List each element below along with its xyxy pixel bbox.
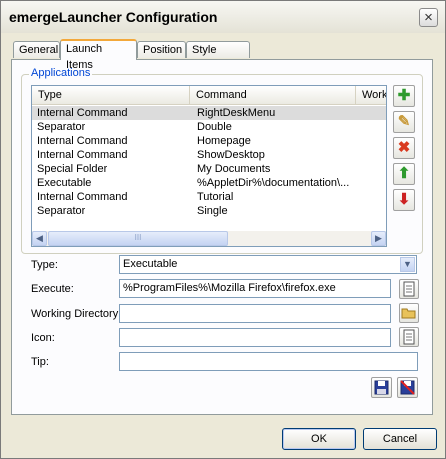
save-icon xyxy=(374,380,389,395)
delete-item-button[interactable]: ✖ xyxy=(393,137,415,159)
delete-icon: ✖ xyxy=(397,139,411,156)
execute-label: Execute: xyxy=(31,283,74,295)
row-command: %AppletDir%\documentation\... xyxy=(197,177,350,189)
row-command: My Documents xyxy=(197,163,271,175)
icon-field[interactable] xyxy=(119,328,391,347)
list-row[interactable]: Separator Double xyxy=(32,120,386,134)
scroll-right-icon[interactable]: ▶ xyxy=(371,231,386,246)
chevron-down-icon[interactable]: ▼ xyxy=(400,257,415,272)
applications-list[interactable]: Type Command Worki Internal Command Righ… xyxy=(31,85,387,247)
row-type: Separator xyxy=(37,205,86,217)
add-icon: ✚ xyxy=(397,87,411,104)
type-select[interactable]: Executable ▼ xyxy=(119,255,417,274)
ok-button[interactable]: OK xyxy=(282,428,356,450)
row-type: Internal Command xyxy=(37,107,128,119)
browse-folder-button[interactable] xyxy=(399,303,419,323)
add-item-button[interactable]: ✚ xyxy=(393,85,415,107)
scroll-thumb[interactable]: III xyxy=(48,231,228,246)
list-header: Type Command Worki xyxy=(32,86,386,105)
type-label: Type: xyxy=(31,259,58,271)
row-command: Double xyxy=(197,121,232,133)
tab-style-editor[interactable]: Style Editor xyxy=(186,41,250,72)
cancel-button[interactable]: Cancel xyxy=(363,428,437,450)
row-type: Internal Command xyxy=(37,191,128,203)
document-icon xyxy=(403,281,415,297)
browse-icon-button[interactable] xyxy=(399,327,419,347)
row-command: Single xyxy=(197,205,228,217)
row-type: Internal Command xyxy=(37,135,128,147)
edit-item-button[interactable]: ✎ xyxy=(393,111,415,133)
list-row[interactable]: Internal Command ShowDesktop xyxy=(32,148,386,162)
working-directory-field[interactable] xyxy=(119,304,391,323)
column-header-working[interactable]: Worki xyxy=(356,86,386,104)
row-type: Executable xyxy=(37,177,92,189)
discard-item-button[interactable] xyxy=(397,377,418,398)
tab-launch-items[interactable]: Launch Items xyxy=(60,39,137,71)
tip-field[interactable] xyxy=(119,352,418,371)
column-header-type[interactable]: Type xyxy=(32,86,190,104)
move-down-button[interactable]: ⬇ xyxy=(393,189,415,211)
row-type: Internal Command xyxy=(37,149,128,161)
list-row[interactable]: Separator Single xyxy=(32,204,386,218)
save-item-button[interactable] xyxy=(371,377,392,398)
execute-field[interactable]: %ProgramFiles%\Mozilla Firefox\firefox.e… xyxy=(119,279,391,298)
row-command: RightDeskMenu xyxy=(197,107,276,119)
arrow-up-icon: ⬆ xyxy=(397,165,411,182)
list-row[interactable]: Internal Command Tutorial xyxy=(32,190,386,204)
discard-save-icon xyxy=(400,380,415,395)
column-header-command[interactable]: Command xyxy=(190,86,356,104)
tip-label: Tip: xyxy=(31,356,49,368)
row-command: Tutorial xyxy=(197,191,234,203)
window-title: emergeLauncher Configuration xyxy=(9,9,218,25)
type-select-value: Executable xyxy=(123,258,178,270)
arrow-down-icon: ⬇ xyxy=(397,191,411,208)
row-type: Separator xyxy=(37,121,86,133)
config-window: emergeLauncher Configuration × General L… xyxy=(0,0,446,459)
icon-label: Icon: xyxy=(31,332,55,344)
tab-general[interactable]: General xyxy=(13,41,60,58)
list-row[interactable]: Special Folder My Documents xyxy=(32,162,386,176)
list-row[interactable]: Internal Command RightDeskMenu xyxy=(32,106,386,120)
list-row[interactable]: Internal Command Homepage xyxy=(32,134,386,148)
move-up-button[interactable]: ⬆ xyxy=(393,163,415,185)
row-type: Special Folder xyxy=(37,163,108,175)
folder-icon xyxy=(401,308,416,319)
close-button[interactable]: × xyxy=(419,8,438,27)
horizontal-scrollbar[interactable]: ◀ III ▶ xyxy=(32,231,386,246)
row-command: Homepage xyxy=(197,135,251,147)
browse-execute-button[interactable] xyxy=(399,279,419,299)
document-icon xyxy=(403,329,415,345)
tab-position[interactable]: Position xyxy=(137,41,186,58)
pencil-icon: ✎ xyxy=(397,113,411,130)
row-command: ShowDesktop xyxy=(197,149,265,161)
scroll-left-icon[interactable]: ◀ xyxy=(32,231,47,246)
title-bar[interactable]: emergeLauncher Configuration × xyxy=(1,1,445,33)
working-directory-label: Working Directory: xyxy=(31,308,122,320)
list-row[interactable]: Executable %AppletDir%\documentation\... xyxy=(32,176,386,190)
